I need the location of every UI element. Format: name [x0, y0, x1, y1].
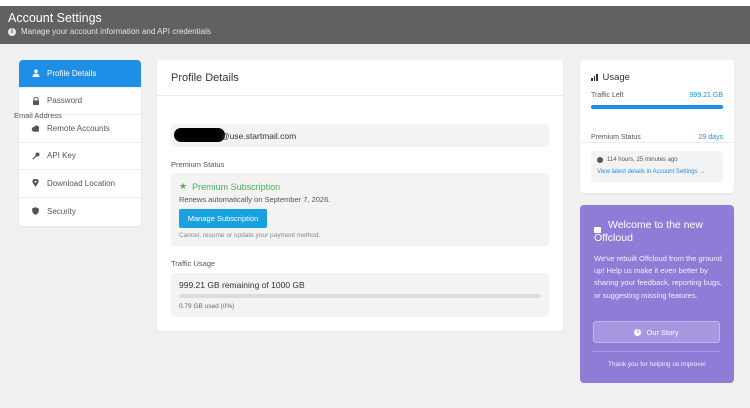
divider	[580, 142, 734, 143]
traffic-usage-label: Traffic Usage	[171, 259, 216, 268]
usage-reset-time: 114 hours, 25 minutes ago	[597, 157, 678, 163]
premium-subscription-text: Premium Subscription	[192, 181, 281, 192]
traffic-usage-bar	[179, 294, 541, 298]
our-story-label: Our Story	[646, 327, 679, 337]
welcome-title-text: Welcome to the new Offcloud	[594, 219, 703, 244]
settings-sidebar: Profile Details Password Remote Accounts…	[19, 60, 141, 226]
usage-details-box	[591, 151, 723, 182]
traffic-left-bar	[591, 105, 723, 109]
sidebar-item-label: Remote Accounts	[47, 123, 110, 133]
divider	[157, 95, 563, 96]
welcome-card: Welcome to the new Offcloud We've rebuil…	[580, 205, 734, 383]
traffic-remaining: 999.21 GB remaining of 1000 GB	[179, 280, 305, 290]
page-subtitle: i Manage your account information and AP…	[8, 27, 211, 36]
premium-status-label: Premium Status	[171, 160, 225, 169]
traffic-left-value: 999.21 GB	[689, 92, 723, 99]
clock-icon	[597, 157, 603, 163]
sidebar-item-security[interactable]: Security	[19, 198, 141, 226]
traffic-left-label: Traffic Left	[591, 92, 624, 99]
page-title: Account Settings	[8, 11, 102, 25]
premium-subscription-title: ★ Premium Subscription	[179, 181, 280, 192]
usage-reset-time-text: 114 hours, 25 minutes ago	[607, 157, 678, 163]
our-story-button[interactable]: i Our Story	[593, 321, 720, 343]
lock-icon	[31, 96, 40, 105]
sidebar-item-label: API Key	[47, 151, 76, 161]
user-icon	[31, 69, 40, 78]
cloud-icon	[31, 124, 40, 133]
shield-icon	[31, 207, 40, 216]
sidebar-item-profile-details[interactable]: Profile Details	[19, 60, 141, 88]
usage-title: Usage	[591, 72, 630, 83]
manage-subscription-button[interactable]: Manage Subscription	[179, 209, 267, 228]
star-icon: ★	[179, 181, 188, 191]
bar-chart-icon	[591, 74, 598, 81]
map-pin-icon	[31, 179, 40, 188]
key-icon	[31, 151, 40, 160]
sidebar-item-label: Profile Details	[47, 68, 97, 78]
premium-status-label: Premium Status	[591, 134, 641, 141]
usage-title-text: Usage	[602, 72, 630, 83]
thanks-text: Thank you for helping us improve!	[608, 361, 706, 368]
traffic-used: 0.79 GB used (0%)	[179, 303, 235, 310]
sidebar-item-download-location[interactable]: Download Location	[19, 170, 141, 198]
redacted-block	[174, 128, 225, 142]
renewal-text: Renews automatically on September 7, 202…	[179, 195, 331, 204]
welcome-text: We've rebuilt Offcloud from the ground u…	[594, 254, 722, 300]
sidebar-item-label: Download Location	[47, 178, 116, 188]
info-icon: i	[634, 328, 642, 336]
sidebar-item-label: Password	[47, 96, 83, 106]
email-value: @use.startmail.com	[221, 131, 297, 141]
premium-status-value: 29 days	[698, 134, 723, 141]
page-header: Account Settings i Manage your account i…	[0, 6, 750, 44]
sidebar-item-api-key[interactable]: API Key	[19, 143, 141, 170]
manage-subscription-note: Cancel, resume or update your payment me…	[179, 232, 321, 239]
welcome-title: Welcome to the new Offcloud	[594, 219, 728, 245]
info-icon: i	[8, 27, 16, 36]
email-label: Email Address	[14, 111, 62, 120]
card-title: Profile Details	[171, 72, 239, 84]
traffic-left-bar-fill	[591, 105, 723, 109]
page-subtitle-text: Manage your account information and API …	[21, 27, 211, 36]
account-settings-link[interactable]: View latest details in Account Settings …	[597, 169, 705, 175]
sidebar-item-label: Security	[47, 206, 76, 216]
divider	[593, 351, 720, 352]
